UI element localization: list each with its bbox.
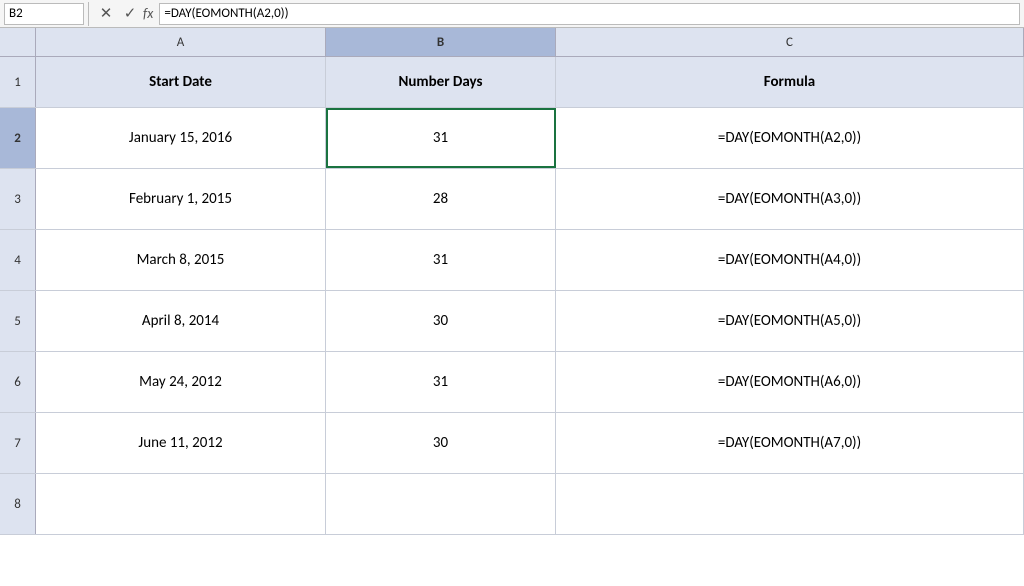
cell-a-6[interactable]: May 24, 2012 — [36, 352, 326, 412]
table-row: 6May 24, 201231=DAY(EOMONTH(A6,0)) — [0, 352, 1024, 413]
spreadsheet: B2 ✕ ✓ fx A B C 1 Start Date Number Days… — [0, 0, 1024, 586]
cell-b-5[interactable]: 30 — [326, 291, 556, 351]
cancel-icon[interactable]: ✕ — [97, 4, 115, 23]
row-num-6: 6 — [0, 352, 36, 412]
row-num-3: 3 — [0, 169, 36, 229]
row-num-5: 5 — [0, 291, 36, 351]
cell-c-8[interactable] — [556, 474, 1024, 534]
confirm-icon[interactable]: ✓ — [121, 4, 139, 23]
cell-a-5[interactable]: April 8, 2014 — [36, 291, 326, 351]
table-row: 3February 1, 201528=DAY(EOMONTH(A3,0)) — [0, 169, 1024, 230]
table-row: 7June 11, 201230=DAY(EOMONTH(A7,0)) — [0, 413, 1024, 474]
col-header-a[interactable]: A — [36, 28, 326, 56]
cell-a-4[interactable]: March 8, 2015 — [36, 230, 326, 290]
formula-bar-separator — [88, 2, 89, 26]
cell-c-6[interactable]: =DAY(EOMONTH(A6,0)) — [556, 352, 1024, 412]
column-headers: A B C — [0, 28, 1024, 57]
corner-header — [0, 28, 36, 56]
col-header-b[interactable]: B — [326, 28, 556, 56]
cell-c-4[interactable]: =DAY(EOMONTH(A4,0)) — [556, 230, 1024, 290]
table-row: 2January 15, 201631=DAY(EOMONTH(A2,0)) — [0, 108, 1024, 169]
cell-a-7[interactable]: June 11, 2012 — [36, 413, 326, 473]
header-cell-a[interactable]: Start Date — [36, 57, 326, 107]
row-num-1: 1 — [0, 57, 36, 107]
col-header-c[interactable]: C — [556, 28, 1024, 56]
formula-input[interactable] — [159, 3, 1020, 25]
cell-a-8[interactable] — [36, 474, 326, 534]
formula-bar: B2 ✕ ✓ fx — [0, 0, 1024, 28]
cell-b-6[interactable]: 31 — [326, 352, 556, 412]
cell-c-7[interactable]: =DAY(EOMONTH(A7,0)) — [556, 413, 1024, 473]
header-row: 1 Start Date Number Days Formula — [0, 57, 1024, 108]
cell-c-2[interactable]: =DAY(EOMONTH(A2,0)) — [556, 108, 1024, 168]
cell-b-3[interactable]: 28 — [326, 169, 556, 229]
data-rows: 1 Start Date Number Days Formula 2Januar… — [0, 57, 1024, 586]
table-row: 5April 8, 201430=DAY(EOMONTH(A5,0)) — [0, 291, 1024, 352]
cell-a-3[interactable]: February 1, 2015 — [36, 169, 326, 229]
table-row: 4March 8, 201531=DAY(EOMONTH(A4,0)) — [0, 230, 1024, 291]
table-area: A B C 1 Start Date Number Days Formula 2… — [0, 28, 1024, 586]
header-cell-b[interactable]: Number Days — [326, 57, 556, 107]
name-box[interactable]: B2 — [4, 3, 84, 25]
row-num-8: 8 — [0, 474, 36, 534]
table-row: 8 — [0, 474, 1024, 535]
row-num-4: 4 — [0, 230, 36, 290]
cell-b-2[interactable]: 31 — [326, 108, 556, 168]
row-num-7: 7 — [0, 413, 36, 473]
header-cell-c[interactable]: Formula — [556, 57, 1024, 107]
formula-bar-icons: ✕ ✓ — [97, 4, 139, 23]
cell-c-5[interactable]: =DAY(EOMONTH(A5,0)) — [556, 291, 1024, 351]
cell-b-4[interactable]: 31 — [326, 230, 556, 290]
row-num-2: 2 — [0, 108, 36, 168]
cell-a-2[interactable]: January 15, 2016 — [36, 108, 326, 168]
cell-b-7[interactable]: 30 — [326, 413, 556, 473]
cell-b-8[interactable] — [326, 474, 556, 534]
fx-label: fx — [143, 5, 153, 22]
cell-c-3[interactable]: =DAY(EOMONTH(A3,0)) — [556, 169, 1024, 229]
